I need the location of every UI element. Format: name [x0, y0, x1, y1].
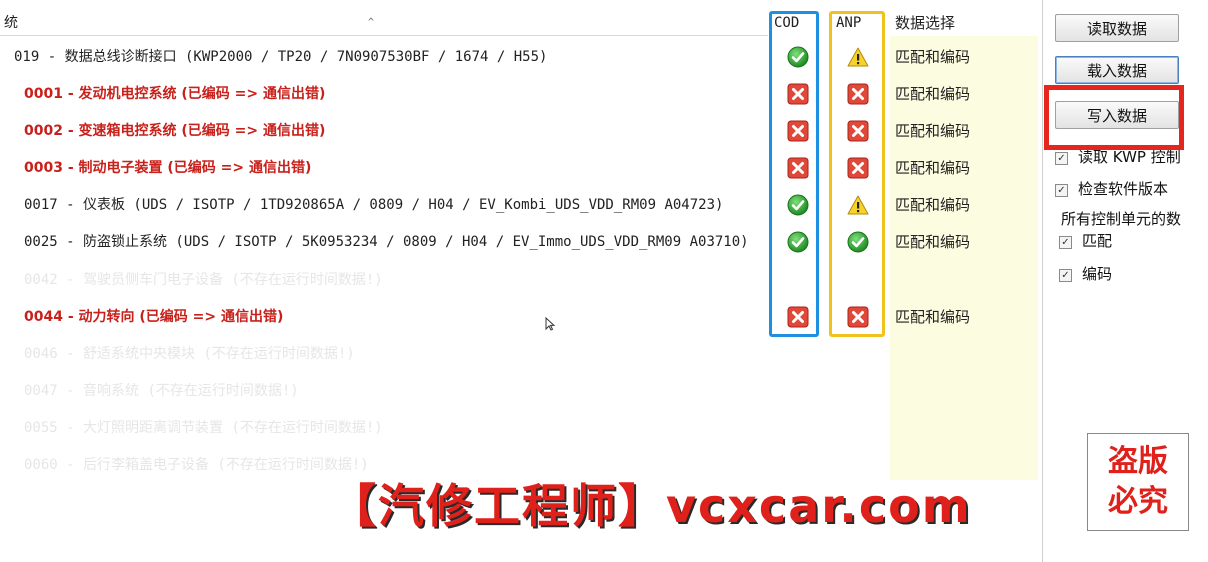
watermark-text: 【汽修工程师】vcxcar.com — [330, 479, 972, 533]
module-label: 0042 - 驾驶员侧车门电子设备 (不存在运行时间数据!) — [24, 272, 383, 288]
check-version-label: 检查软件版本 — [1078, 180, 1169, 198]
read-kwp-label: 读取 KWP 控制 — [1078, 148, 1181, 166]
module-label: 0044 - 动力转向 (已编码 => 通信出错) — [24, 309, 284, 325]
data-select-cell[interactable]: 匹配和编码 — [895, 150, 970, 186]
cod-column-highlight — [769, 11, 819, 337]
code-label: 编码 — [1082, 265, 1113, 283]
checkbox-check-icon: ✓ — [1055, 152, 1068, 165]
stamp-line-2: 必究 — [1108, 484, 1168, 519]
module-label: 0047 - 音响系统 (不存在运行时间数据!) — [24, 383, 299, 399]
module-label: 0046 - 舒适系统中央模块 (不存在运行时间数据!) — [24, 346, 355, 362]
load-data-button[interactable]: 载入数据 — [1055, 56, 1179, 84]
check-version-checkbox[interactable]: ✓ 检查软件版本 — [1055, 178, 1168, 199]
module-label: 0025 - 防盗锁止系统 (UDS / ISOTP / 5K0953234 /… — [24, 234, 749, 250]
header-title: 统 — [4, 15, 18, 31]
match-checkbox[interactable]: ✓ 匹配 — [1059, 230, 1112, 251]
match-label: 匹配 — [1082, 232, 1113, 250]
data-select-cell[interactable]: 匹配和编码 — [895, 299, 970, 335]
sort-arrow-icon: ^ — [368, 17, 375, 28]
all-units-label: 所有控制单元的数 — [1061, 210, 1182, 228]
stamp-line-1: 盗版 — [1108, 444, 1168, 479]
write-button-highlight — [1044, 85, 1184, 150]
module-label: 019 - 数据总线诊断接口 (KWP2000 / TP20 / 7N09075… — [14, 49, 548, 65]
table-row[interactable]: 0046 - 舒适系统中央模块 (不存在运行时间数据!) — [0, 336, 1040, 372]
data-select-cell[interactable]: 匹配和编码 — [895, 76, 970, 112]
read-data-button[interactable]: 读取数据 — [1055, 14, 1179, 42]
data-select-cell[interactable]: 匹配和编码 — [895, 39, 970, 75]
mouse-cursor-icon — [545, 317, 555, 331]
module-label: 0001 - 发动机电控系统 (已编码 => 通信出错) — [24, 86, 326, 102]
data-select-cell[interactable]: 匹配和编码 — [895, 187, 970, 223]
module-label: 0003 - 制动电子装置 (已编码 => 通信出错) — [24, 160, 312, 176]
module-label: 0017 - 仪表板 (UDS / ISOTP / 1TD920865A / 0… — [24, 197, 724, 213]
code-checkbox[interactable]: ✓ 编码 — [1059, 263, 1112, 284]
header-data-select[interactable]: 数据选择 — [895, 10, 955, 36]
data-select-cell[interactable]: 匹配和编码 — [895, 224, 970, 260]
checkbox-check-icon: ✓ — [1055, 184, 1068, 197]
piracy-stamp: 盗版 必究 — [1087, 433, 1189, 531]
checkbox-check-icon: ✓ — [1059, 236, 1072, 249]
data-select-cell[interactable]: 匹配和编码 — [895, 113, 970, 149]
checkbox-check-icon: ✓ — [1059, 269, 1072, 282]
module-label: 0055 - 大灯照明距离调节装置 (不存在运行时间数据!) — [24, 420, 383, 436]
module-label: 0060 - 后行李箱盖电子设备 (不存在运行时间数据!) — [24, 457, 369, 473]
table-row[interactable]: 0047 - 音响系统 (不存在运行时间数据!) — [0, 373, 1040, 409]
module-label: 0002 - 变速箱电控系统 (已编码 => 通信出错) — [24, 123, 326, 139]
table-row[interactable]: 0055 - 大灯照明距离调节装置 (不存在运行时间数据!) — [0, 410, 1040, 446]
anp-column-highlight — [829, 11, 885, 337]
header-system-column[interactable]: 统 ^ — [0, 10, 768, 36]
